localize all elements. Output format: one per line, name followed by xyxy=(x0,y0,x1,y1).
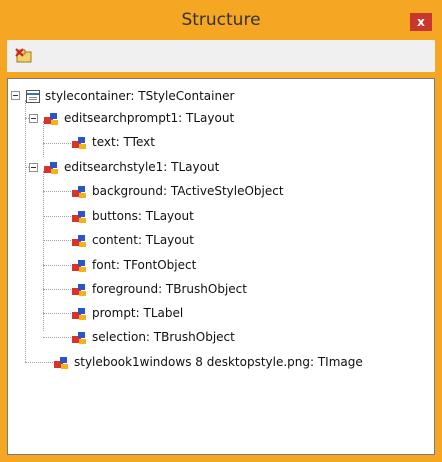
component-icon xyxy=(72,260,86,272)
tree-item-label: font: TFontObject xyxy=(92,258,197,272)
structure-window: Structure x stylecontainer: TStyleContai… xyxy=(0,0,442,462)
tree-item-content[interactable]: content: TLayout xyxy=(70,230,194,250)
tree-item-label: prompt: TLabel xyxy=(92,306,184,320)
tree-item-prompt[interactable]: prompt: TLabel xyxy=(70,303,183,323)
structure-tree[interactable]: stylecontainer: TStyleContainer editsear… xyxy=(7,78,435,455)
tree-item-text[interactable]: text: TText xyxy=(70,132,155,152)
collapse-editsearchstyle1-toggle[interactable] xyxy=(29,163,38,172)
tree-item-label: stylebook1windows 8 desktopstyle.png: TI… xyxy=(74,355,363,369)
toolbar xyxy=(7,40,435,72)
tree-item-label: stylecontainer: TStyleContainer xyxy=(45,89,235,103)
component-icon xyxy=(72,308,86,320)
tree-item-stylebook-image[interactable]: stylebook1windows 8 desktopstyle.png: TI… xyxy=(52,352,363,372)
component-icon xyxy=(44,113,58,125)
tree-item-label: editsearchprompt1: TLayout xyxy=(64,111,235,125)
component-icon xyxy=(44,162,58,174)
component-icon xyxy=(72,235,86,247)
tree-item-selection[interactable]: selection: TBrushObject xyxy=(70,327,235,347)
component-icon xyxy=(72,284,86,296)
tree-item-label: selection: TBrushObject xyxy=(92,330,235,344)
style-container-icon xyxy=(26,89,40,103)
collapse-root-toggle[interactable] xyxy=(11,91,20,100)
tree-item-stylecontainer[interactable]: stylecontainer: TStyleContainer xyxy=(26,86,234,106)
close-button[interactable]: x xyxy=(410,13,432,31)
component-icon xyxy=(72,137,86,149)
component-icon xyxy=(72,211,86,223)
component-icon xyxy=(72,332,86,344)
title-bar[interactable]: Structure x xyxy=(0,0,442,40)
tree-item-buttons[interactable]: buttons: TLayout xyxy=(70,206,194,226)
window-title: Structure xyxy=(181,10,261,30)
tree-item-label: text: TText xyxy=(92,135,155,149)
tree-item-editsearchprompt1[interactable]: editsearchprompt1: TLayout xyxy=(42,108,234,128)
tree-item-editsearchstyle1[interactable]: editsearchstyle1: TLayout xyxy=(42,157,219,177)
tree-item-label: content: TLayout xyxy=(92,233,194,247)
delete-component-icon[interactable] xyxy=(15,48,33,64)
tree-item-label: buttons: TLayout xyxy=(92,209,194,223)
tree-item-label: background: TActiveStyleObject xyxy=(92,184,284,198)
tree-item-label: foreground: TBrushObject xyxy=(92,282,247,296)
tree-item-label: editsearchstyle1: TLayout xyxy=(64,160,220,174)
collapse-editsearchprompt1-toggle[interactable] xyxy=(29,114,38,123)
tree-item-foreground[interactable]: foreground: TBrushObject xyxy=(70,279,247,299)
tree-item-font[interactable]: font: TFontObject xyxy=(70,255,196,275)
component-icon xyxy=(54,357,68,369)
tree-item-background[interactable]: background: TActiveStyleObject xyxy=(70,181,284,201)
component-icon xyxy=(72,186,86,198)
